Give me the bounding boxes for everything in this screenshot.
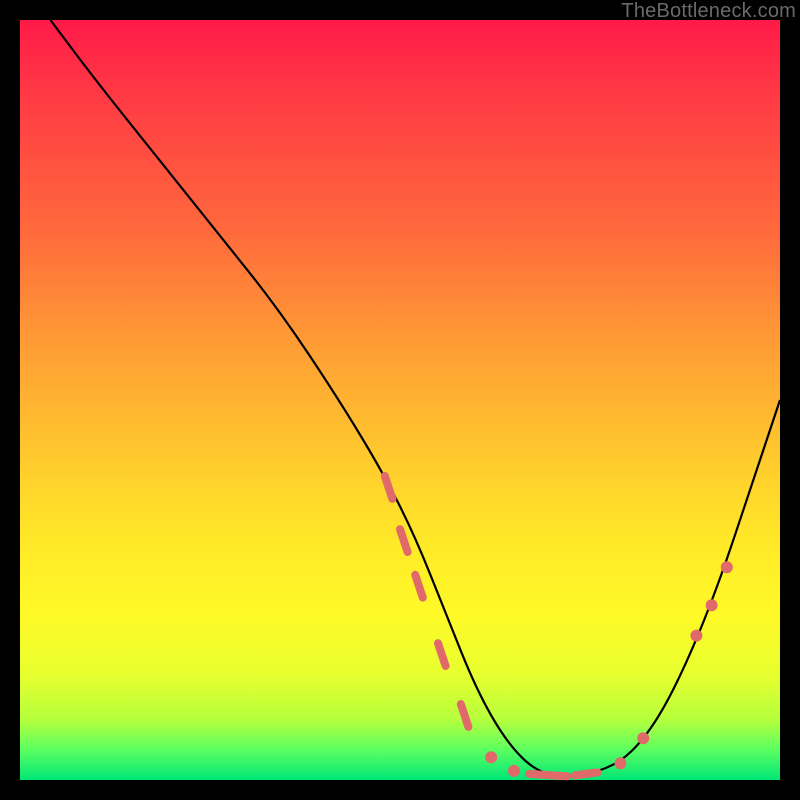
chart-markers bbox=[385, 476, 733, 777]
marker-dash bbox=[575, 772, 598, 775]
marker-dot bbox=[690, 630, 702, 642]
marker-dash bbox=[529, 774, 567, 776]
marker-dot bbox=[485, 751, 497, 763]
chart-frame bbox=[20, 20, 780, 780]
marker-dash bbox=[461, 704, 469, 727]
marker-dot bbox=[508, 765, 520, 777]
marker-dot bbox=[614, 757, 626, 769]
bottleneck-curve bbox=[50, 20, 780, 775]
marker-dash bbox=[438, 643, 446, 666]
marker-dash bbox=[400, 529, 408, 552]
marker-dot bbox=[637, 732, 649, 744]
marker-dash bbox=[415, 575, 423, 598]
marker-dot bbox=[706, 599, 718, 611]
chart-svg bbox=[20, 20, 780, 780]
marker-dot bbox=[721, 561, 733, 573]
marker-dash bbox=[385, 476, 393, 499]
